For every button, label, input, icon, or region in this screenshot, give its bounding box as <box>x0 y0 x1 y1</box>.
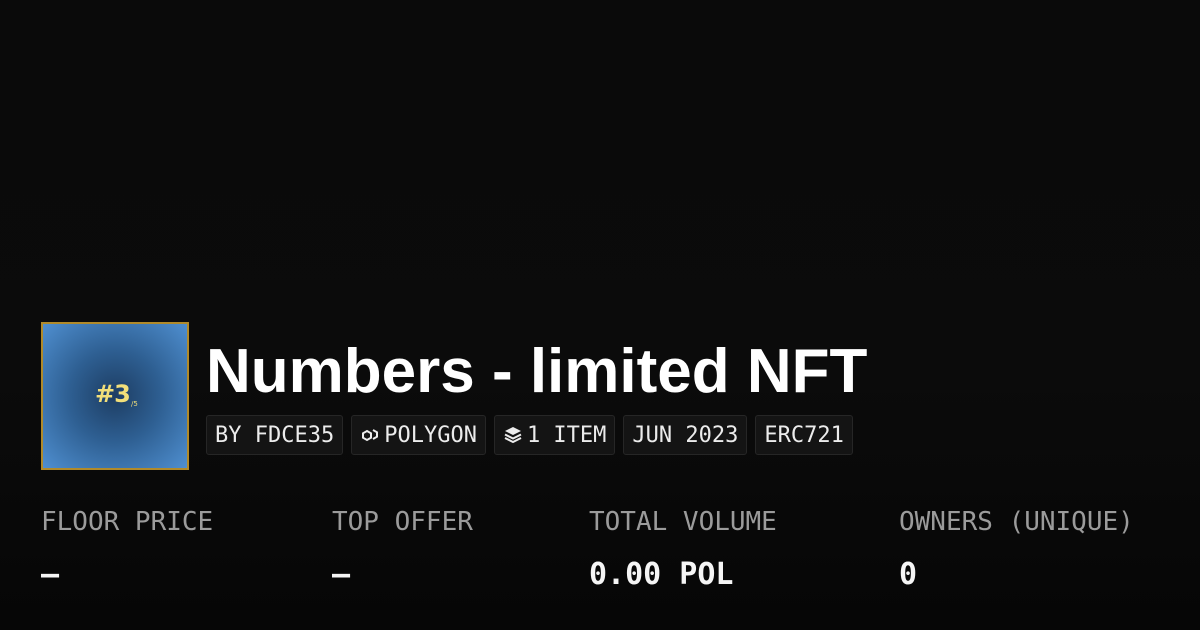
layers-icon <box>503 425 523 445</box>
creator-tag-label: BY FDCE35 <box>215 422 335 448</box>
date-tag: JUN 2023 <box>623 415 748 455</box>
standard-tag-label: ERC721 <box>764 422 844 448</box>
collection-thumbnail: #3 /5 <box>41 322 189 470</box>
creator-tag[interactable]: BY FDCE35 <box>206 415 344 455</box>
collection-title: Numbers - limited NFT <box>206 337 868 406</box>
stat-label: TOP OFFER <box>332 507 473 537</box>
stat-total-volume: TOTAL VOLUME 0.00 POL <box>589 505 777 593</box>
stat-label: OWNERS (UNIQUE) <box>899 507 1134 537</box>
stat-value: 0 <box>899 557 918 592</box>
standard-tag: ERC721 <box>755 415 853 455</box>
item-count-tag: 1 ITEM <box>493 415 616 455</box>
stat-floor-price: FLOOR PRICE – <box>41 505 213 593</box>
stat-label: FLOOR PRICE <box>41 507 214 537</box>
polygon-icon <box>360 425 380 445</box>
chain-tag-label: POLYGON <box>384 422 477 448</box>
stat-owners: OWNERS (UNIQUE) 0 <box>899 505 1134 593</box>
chain-tag[interactable]: POLYGON <box>351 415 486 455</box>
stat-value: 0.00 POL <box>589 557 734 592</box>
thumbnail-number-text: #3 <box>95 380 131 408</box>
collection-tags: BY FDCE35 POLYGON 1 ITEM JUN 2023 ERC721 <box>206 415 853 455</box>
stat-top-offer: TOP OFFER – <box>332 505 473 593</box>
date-tag-label: JUN 2023 <box>632 422 739 448</box>
item-count-label: 1 ITEM <box>526 422 607 448</box>
stat-label: TOTAL VOLUME <box>589 507 777 537</box>
stat-value: – <box>41 557 60 592</box>
thumbnail-subtext: /5 <box>131 400 138 408</box>
stat-value: – <box>332 557 351 592</box>
